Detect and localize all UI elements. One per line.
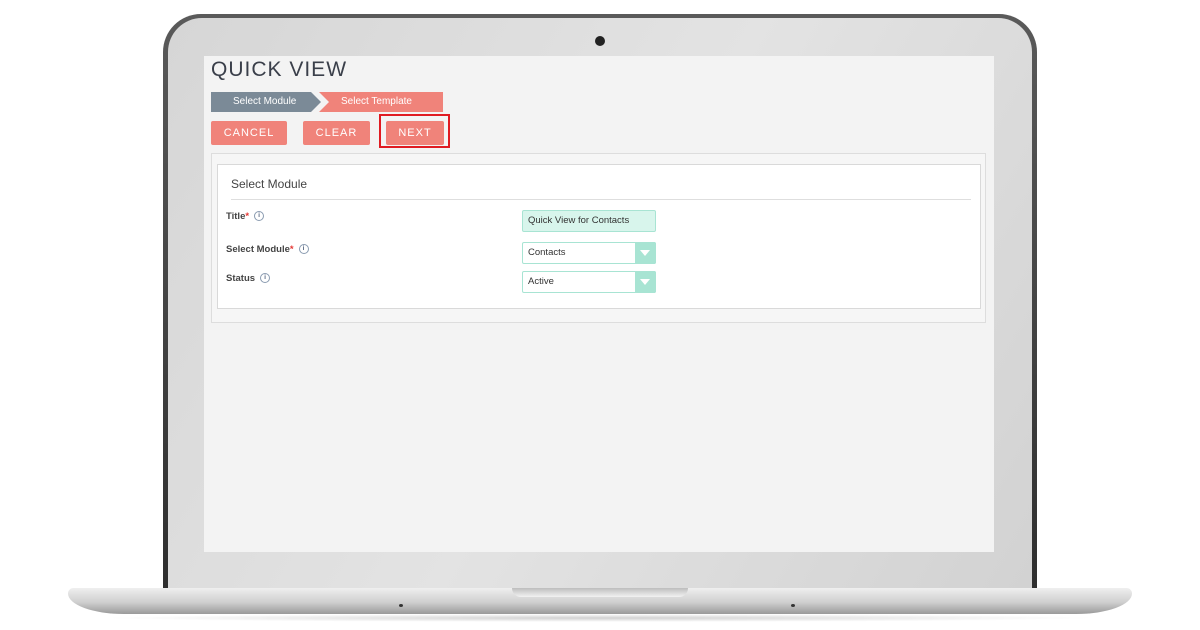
module-select[interactable]: Contacts [522, 242, 656, 264]
select-module-label: Select Module* i [226, 244, 309, 255]
base-dot [791, 604, 795, 607]
step-select-module[interactable]: Select Module [211, 92, 321, 112]
status-label: Status i [226, 273, 271, 284]
status-select-value: Active [528, 276, 554, 287]
info-icon[interactable]: i [260, 273, 271, 284]
status-select[interactable]: Active [522, 271, 656, 293]
title-label: Title* i [226, 211, 265, 222]
page-title: QUICK VIEW [211, 58, 348, 81]
status-label-text: Status [226, 273, 256, 284]
chevron-down-icon [640, 279, 650, 285]
section-divider [231, 199, 971, 200]
title-label-text: Title [226, 211, 246, 222]
clear-button[interactable]: CLEAR [303, 121, 370, 145]
base-dot [399, 604, 403, 607]
app-screen: QUICK VIEW Select Module Select Template… [204, 56, 994, 552]
next-button-wrapper: NEXT [379, 114, 450, 148]
section-title: Select Module [231, 177, 308, 191]
wizard-steps: Select Module Select Template [211, 92, 443, 112]
next-button[interactable]: NEXT [386, 121, 444, 145]
required-mark: * [245, 211, 250, 222]
step-select-template[interactable]: Select Template [319, 92, 443, 112]
select-module-label-text: Select Module [226, 244, 290, 255]
info-icon[interactable]: i [254, 211, 265, 222]
module-select-value: Contacts [528, 247, 566, 258]
required-mark: * [289, 244, 294, 255]
info-icon[interactable]: i [298, 244, 309, 255]
laptop-notch [512, 588, 688, 597]
cancel-button[interactable]: CANCEL [211, 121, 287, 145]
select-module-section: Select Module Title* i Quick View for Con… [217, 164, 981, 309]
dropdown-toggle[interactable] [635, 271, 656, 293]
title-input[interactable]: Quick View for Contacts [522, 210, 656, 232]
chevron-down-icon [640, 250, 650, 256]
dropdown-toggle[interactable] [635, 242, 656, 264]
form-panel: Select Module Title* i Quick View for Con… [211, 153, 986, 323]
action-toolbar: CANCEL CLEAR NEXT [211, 114, 450, 148]
laptop-shadow [100, 614, 1100, 622]
webcam-icon [595, 36, 605, 46]
